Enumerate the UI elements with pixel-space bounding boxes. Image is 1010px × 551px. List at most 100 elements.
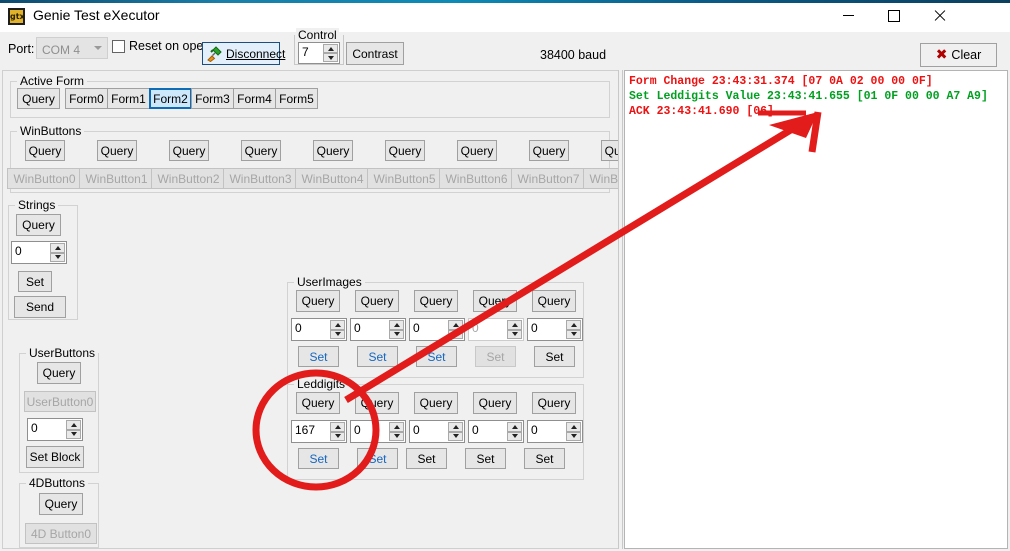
user-images-query-2[interactable]: Query: [414, 290, 458, 312]
leddigits-set-2[interactable]: Set: [406, 448, 447, 469]
win-button-query-6[interactable]: Query: [457, 140, 497, 161]
stepper-down-icon[interactable]: [566, 432, 581, 442]
user-images-stepper-2[interactable]: 0: [409, 318, 465, 341]
leddigits-stepper-1[interactable]: 0: [350, 420, 406, 443]
win-button-query-4[interactable]: Query: [313, 140, 353, 161]
win-button-query-0[interactable]: Query: [25, 140, 65, 161]
user-buttons-set-block-button[interactable]: Set Block: [26, 446, 84, 468]
user-images-query-4[interactable]: Query: [532, 290, 576, 312]
control-stepper[interactable]: 7: [298, 42, 340, 64]
active-form-button-3[interactable]: Form3: [191, 88, 234, 109]
stepper-up-icon[interactable]: [566, 320, 581, 330]
stepper-down-icon[interactable]: [330, 330, 345, 340]
reset-on-open-checkbox[interactable]: Reset on open: [112, 39, 210, 53]
fourd-buttons-query-button[interactable]: Query: [39, 493, 83, 515]
stepper-buttons[interactable]: [323, 44, 338, 62]
leddigits-stepper-0[interactable]: 167: [291, 420, 347, 443]
port-select[interactable]: COM 4: [36, 37, 108, 59]
stepper-down-icon[interactable]: [50, 253, 65, 263]
stepper-buttons[interactable]: [566, 320, 581, 339]
stepper-buttons[interactable]: [66, 420, 81, 439]
clear-button[interactable]: ✖ Clear: [920, 43, 997, 67]
stepper-down-icon[interactable]: [507, 432, 522, 442]
leddigits-stepper-4[interactable]: 0: [527, 420, 583, 443]
user-images-stepper-0[interactable]: 0: [291, 318, 347, 341]
user-images-query-1[interactable]: Query: [355, 290, 399, 312]
app-icon: gtx: [8, 8, 25, 25]
leddigits-stepper-2[interactable]: 0: [409, 420, 465, 443]
minimize-button[interactable]: [825, 0, 871, 31]
stepper-up-icon[interactable]: [448, 320, 463, 330]
user-buttons-stepper[interactable]: 0: [27, 418, 83, 441]
stepper-buttons[interactable]: [330, 422, 345, 441]
maximize-button[interactable]: [871, 0, 917, 31]
leddigits-set-3[interactable]: Set: [465, 448, 506, 469]
leddigits-query-0[interactable]: Query: [296, 392, 340, 414]
stepper-down-icon[interactable]: [66, 430, 81, 440]
stepper-down-icon[interactable]: [448, 432, 463, 442]
stepper-up-icon[interactable]: [330, 422, 345, 432]
contrast-button[interactable]: Contrast: [346, 42, 404, 65]
user-images-set-2[interactable]: Set: [416, 346, 457, 367]
active-form-button-4[interactable]: Form4: [233, 88, 276, 109]
leddigits-query-3[interactable]: Query: [473, 392, 517, 414]
win-button-query-7[interactable]: Query: [529, 140, 569, 161]
stepper-down-icon[interactable]: [389, 330, 404, 340]
active-form-button-5[interactable]: Form5: [275, 88, 318, 109]
stepper-up-icon[interactable]: [566, 422, 581, 432]
strings-query-button[interactable]: Query: [16, 214, 61, 236]
stepper-up-icon[interactable]: [330, 320, 345, 330]
leddigits-query-2[interactable]: Query: [414, 392, 458, 414]
user-images-set-0[interactable]: Set: [298, 346, 339, 367]
stepper-up-icon[interactable]: [448, 422, 463, 432]
stepper-buttons[interactable]: [389, 320, 404, 339]
user-buttons-query-button[interactable]: Query: [37, 362, 81, 384]
active-form-button-1[interactable]: Form1: [107, 88, 150, 109]
stepper-up-icon[interactable]: [66, 420, 81, 430]
win-button-query-2[interactable]: Query: [169, 140, 209, 161]
stepper-up-icon[interactable]: [507, 422, 522, 432]
strings-send-button[interactable]: Send: [14, 296, 66, 318]
active-form-button-2[interactable]: Form2: [149, 88, 192, 109]
stepper-buttons[interactable]: [566, 422, 581, 441]
user-images-query-0[interactable]: Query: [296, 290, 340, 312]
stepper-up-icon[interactable]: [389, 422, 404, 432]
log-output-pane[interactable]: Form Change 23:43:31.374 [07 0A 02 00 00…: [624, 70, 1008, 549]
user-images-stepper-4[interactable]: 0: [527, 318, 583, 341]
strings-set-button[interactable]: Set: [18, 271, 52, 292]
win-button-query-1[interactable]: Query: [97, 140, 137, 161]
stepper-down-icon[interactable]: [566, 330, 581, 340]
stepper-down-icon[interactable]: [323, 53, 338, 62]
leddigits-query-1[interactable]: Query: [355, 392, 399, 414]
leddigits-set-0[interactable]: Set: [298, 448, 339, 469]
stepper-buttons[interactable]: [389, 422, 404, 441]
win-button-query-3[interactable]: Query: [241, 140, 281, 161]
stepper-down-icon[interactable]: [330, 432, 345, 442]
stepper-buttons[interactable]: [330, 320, 345, 339]
active-form-query-button[interactable]: Query: [17, 88, 60, 109]
user-images-set-4[interactable]: Set: [534, 346, 575, 367]
strings-stepper[interactable]: 0: [11, 241, 67, 264]
pane-splitter[interactable]: [618, 70, 623, 549]
leddigits-set-4[interactable]: Set: [524, 448, 565, 469]
stepper-up-icon[interactable]: [389, 320, 404, 330]
stepper-down-icon[interactable]: [389, 432, 404, 442]
leddigits-query-4[interactable]: Query: [532, 392, 576, 414]
stepper-buttons[interactable]: [507, 422, 522, 441]
stepper-buttons[interactable]: [50, 243, 65, 262]
active-form-button-0[interactable]: Form0: [65, 88, 108, 109]
user-images-stepper-1[interactable]: 0: [350, 318, 406, 341]
win-button-query-5[interactable]: Query: [385, 140, 425, 161]
user-images-query-3[interactable]: Query: [473, 290, 517, 312]
stepper-up-icon[interactable]: [323, 44, 338, 53]
user-images-stepper-3[interactable]: 0: [468, 318, 524, 341]
stepper-up-icon[interactable]: [50, 243, 65, 253]
disconnect-button[interactable]: Disconnect: [202, 42, 280, 65]
leddigits-set-1[interactable]: Set: [357, 448, 398, 469]
stepper-down-icon[interactable]: [448, 330, 463, 340]
leddigits-stepper-3[interactable]: 0: [468, 420, 524, 443]
close-button[interactable]: [917, 0, 963, 31]
stepper-buttons[interactable]: [448, 422, 463, 441]
stepper-buttons[interactable]: [448, 320, 463, 339]
user-images-set-1[interactable]: Set: [357, 346, 398, 367]
